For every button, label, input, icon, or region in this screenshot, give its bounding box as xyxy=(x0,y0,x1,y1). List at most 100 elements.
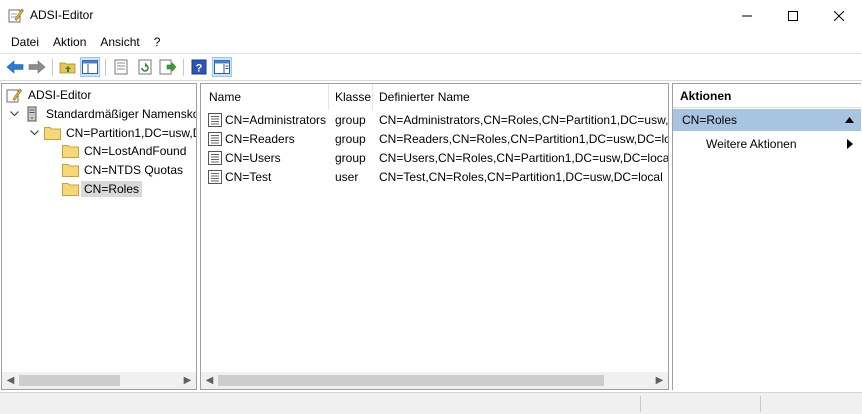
cell-klasse: user xyxy=(335,169,359,184)
action-weitere-aktionen[interactable]: Weitere Aktionen xyxy=(673,134,861,154)
actions-header: Aktionen xyxy=(673,84,861,108)
cell-name: CN=Administrators xyxy=(207,110,329,129)
object-icon xyxy=(208,169,222,184)
list-header: Name Klasse Definierter Name xyxy=(201,84,668,110)
tree-label: ADSI-Editor xyxy=(28,87,92,102)
minimize-button[interactable] xyxy=(724,0,770,31)
tree-item-ntds-quotas[interactable]: CN=NTDS Quotas xyxy=(61,160,186,179)
object-icon xyxy=(208,150,222,165)
folder-icon xyxy=(61,143,79,159)
list-horizontal-scrollbar[interactable]: ◀ ▶ xyxy=(201,372,668,389)
cell-definierter-name: CN=Test,CN=Roles,CN=Partition1,DC=usw,DC… xyxy=(379,169,663,184)
chevron-down-icon[interactable] xyxy=(28,127,40,139)
forward-icon xyxy=(28,60,46,74)
scroll-left-arrow-icon[interactable]: ◀ xyxy=(201,372,218,389)
cell-definierter-name: CN=Users,CN=Roles,CN=Partition1,DC=usw,D… xyxy=(379,150,669,165)
scroll-right-arrow-icon[interactable]: ▶ xyxy=(651,372,668,389)
toolbar: ? xyxy=(0,53,862,81)
folder-icon xyxy=(43,125,61,141)
table-row[interactable]: CN=Users group CN=Users,CN=Roles,CN=Part… xyxy=(201,148,669,167)
status-divider xyxy=(640,396,641,412)
show-hide-action-pane-button[interactable] xyxy=(212,57,232,77)
collapse-up-icon[interactable] xyxy=(845,117,854,123)
cell-klasse: group xyxy=(335,131,366,146)
actions-section-roles[interactable]: CN=Roles xyxy=(673,109,861,131)
toolbar-separator xyxy=(183,59,184,76)
cell-definierter-name: CN=Administrators,CN=Roles,CN=Partition1… xyxy=(379,112,669,127)
scrollbar-thumb[interactable] xyxy=(218,375,604,386)
cell-definierter-name: CN=Readers,CN=Roles,CN=Partition1,DC=usw… xyxy=(379,131,669,146)
column-header-definierter-name[interactable]: Definierter Name xyxy=(373,84,668,110)
adsi-editor-icon xyxy=(5,87,23,103)
refresh-icon xyxy=(138,59,152,75)
cell-klasse: group xyxy=(335,112,366,127)
maximize-icon xyxy=(788,10,798,21)
status-divider xyxy=(760,396,761,412)
cell-name: CN=Users xyxy=(207,148,329,167)
scroll-right-arrow-icon[interactable]: ▶ xyxy=(179,372,196,389)
minimize-icon xyxy=(742,15,752,16)
action-label: Weitere Aktionen xyxy=(706,137,797,151)
window-title: ADSI-Editor xyxy=(30,8,94,22)
tree-label: CN=Roles xyxy=(81,180,143,197)
help-button[interactable]: ? xyxy=(189,57,209,77)
scrollbar-thumb[interactable] xyxy=(19,375,120,386)
tree-item-naming-context[interactable]: Standardmäßiger Namenskontext xyxy=(8,104,196,123)
tree-item-lostandfound[interactable]: CN=LostAndFound xyxy=(61,141,189,160)
svg-text:?: ? xyxy=(196,63,203,75)
tree-item-partition[interactable]: CN=Partition1,DC=usw,DC=local xyxy=(28,123,196,142)
up-folder-icon xyxy=(59,62,76,74)
up-level-button[interactable] xyxy=(58,57,78,77)
folder-icon xyxy=(61,162,79,178)
show-hide-tree-button[interactable] xyxy=(80,57,100,77)
tree-label: Standardmäßiger Namenskontext xyxy=(46,106,196,121)
show-hide-action-pane-icon xyxy=(214,60,230,74)
close-button[interactable] xyxy=(816,0,862,31)
column-header-name[interactable]: Name xyxy=(201,84,329,110)
object-icon xyxy=(208,131,222,146)
close-icon xyxy=(834,10,844,21)
export-list-icon xyxy=(159,59,177,75)
chevron-down-icon[interactable] xyxy=(8,108,20,120)
tree-item-roles[interactable]: CN=Roles xyxy=(61,179,143,198)
refresh-button[interactable] xyxy=(135,57,155,77)
cell-name: CN=Readers xyxy=(207,129,329,148)
menu-aktion[interactable]: Aktion xyxy=(46,35,93,49)
actions-pane: Aktionen CN=Roles Weitere Aktionen xyxy=(672,83,861,390)
tree-pane: ADSI-Editor Standardmäßiger Namenskontex… xyxy=(1,83,197,390)
object-icon xyxy=(208,112,222,127)
menu-ansicht[interactable]: Ansicht xyxy=(93,35,146,49)
tree-label: CN=NTDS Quotas xyxy=(84,162,184,177)
properties-icon xyxy=(114,59,128,75)
actions-section-label: CN=Roles xyxy=(682,113,738,127)
title-bar: ADSI-Editor xyxy=(0,0,862,31)
adsi-editor-app-icon xyxy=(8,8,24,23)
folder-icon xyxy=(61,181,79,197)
toolbar-separator xyxy=(105,59,106,76)
status-bar xyxy=(0,392,862,414)
server-icon xyxy=(23,106,41,122)
menu-help[interactable]: ? xyxy=(147,35,168,49)
table-row[interactable]: CN=Readers group CN=Readers,CN=Roles,CN=… xyxy=(201,129,669,148)
table-row[interactable]: CN=Administrators group CN=Administrator… xyxy=(201,110,669,129)
tree-label: CN=LostAndFound xyxy=(84,143,187,158)
toolbar-separator xyxy=(52,59,53,76)
column-header-klasse[interactable]: Klasse xyxy=(329,84,373,110)
tree-horizontal-scrollbar[interactable]: ◀ ▶ xyxy=(2,372,196,389)
properties-button[interactable] xyxy=(111,57,131,77)
tree-item-root[interactable]: ADSI-Editor xyxy=(5,85,94,104)
menu-bar: Datei Aktion Ansicht ? xyxy=(0,31,862,52)
cell-name: CN=Test xyxy=(207,167,329,186)
menu-datei[interactable]: Datei xyxy=(4,35,46,49)
scroll-left-arrow-icon[interactable]: ◀ xyxy=(2,372,19,389)
help-icon: ? xyxy=(191,59,207,75)
forward-button[interactable] xyxy=(27,57,47,77)
submenu-arrow-icon xyxy=(847,139,853,149)
list-pane: Name Klasse Definierter Name CN=Administ… xyxy=(200,83,669,390)
back-icon xyxy=(6,60,24,74)
tree-label: CN=Partition1,DC=usw,DC=local xyxy=(66,125,196,140)
table-row[interactable]: CN=Test user CN=Test,CN=Roles,CN=Partiti… xyxy=(201,167,668,186)
back-button[interactable] xyxy=(5,57,25,77)
export-list-button[interactable] xyxy=(158,57,178,77)
maximize-button[interactable] xyxy=(770,0,816,31)
